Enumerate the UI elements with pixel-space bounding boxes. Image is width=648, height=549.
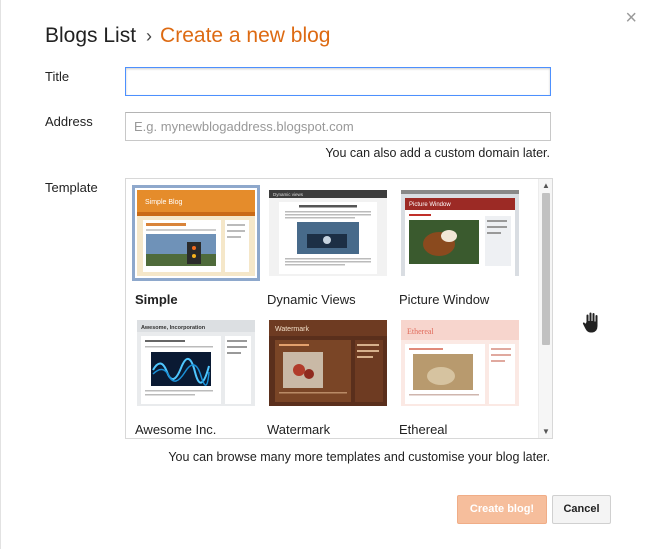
- browse-templates-hint: You can browse many more templates and c…: [168, 450, 550, 464]
- ethereal-thumb-title: Ethereal: [407, 327, 434, 336]
- scroll-down-arrow-icon[interactable]: ▼: [539, 427, 552, 436]
- template-thumbnail[interactable]: Dynamic views: [267, 188, 389, 278]
- scroll-up-arrow-icon[interactable]: ▲: [539, 181, 552, 190]
- picture-thumb-title: Picture Window: [409, 202, 451, 208]
- title-label: Title: [45, 69, 70, 84]
- breadcrumb-blogs-list[interactable]: Blogs List: [45, 24, 136, 47]
- template-watermark[interactable]: Watermark Watermark: [267, 318, 395, 437]
- simple-thumb-title: Simple Blog: [145, 199, 182, 206]
- template-thumbnail[interactable]: Picture Window: [399, 188, 521, 278]
- dynamic-thumb-title: Dynamic views: [273, 192, 304, 197]
- template-awesome-inc[interactable]: Awesome, Incorporation Awesome Inc.: [135, 318, 263, 437]
- template-thumbnail[interactable]: Ethereal: [399, 318, 521, 408]
- scrollbar-thumb[interactable]: [542, 193, 550, 345]
- template-thumbnail[interactable]: Awesome, Incorporation: [135, 318, 257, 408]
- title-input[interactable]: [125, 67, 551, 96]
- address-label: Address: [45, 114, 93, 129]
- breadcrumb: Blogs List › Create a new blog: [45, 24, 331, 48]
- template-name: Watermark: [267, 422, 331, 437]
- ethereal-thumbnail-image: Ethereal: [401, 320, 519, 406]
- template-dynamic-views[interactable]: Dynamic views Dynamic Views: [267, 188, 395, 307]
- template-thumbnail[interactable]: Watermark: [267, 318, 389, 408]
- template-name: Picture Window: [399, 292, 490, 307]
- template-picture-window[interactable]: Picture Window Picture Window: [399, 188, 527, 307]
- breadcrumb-separator: ›: [146, 26, 153, 46]
- awesome-thumb-title: Awesome, Incorporation: [141, 325, 206, 331]
- template-name: Simple: [135, 292, 178, 307]
- address-input[interactable]: [125, 112, 551, 141]
- watermark-thumb-title: Watermark: [275, 326, 309, 333]
- create-blog-dialog: × Blogs List › Create a new blog Title Add…: [0, 0, 648, 549]
- watermark-thumbnail-image: Watermark: [269, 320, 387, 406]
- template-name: Dynamic Views: [267, 292, 356, 307]
- hand-cursor-icon: [581, 311, 599, 334]
- template-label: Template: [45, 180, 98, 195]
- cancel-button[interactable]: Cancel: [552, 495, 611, 524]
- awesome-inc-thumbnail-image: Awesome, Incorporation: [137, 320, 255, 406]
- simple-thumbnail-image: Simple Blog: [137, 190, 255, 276]
- dynamic-views-thumbnail-image: Dynamic views: [269, 190, 387, 276]
- close-icon[interactable]: ×: [625, 8, 637, 28]
- create-blog-button[interactable]: Create blog!: [457, 495, 547, 524]
- page-title: Create a new blog: [160, 24, 331, 47]
- address-hint: You can also add a custom domain later.: [325, 146, 550, 160]
- template-name: Awesome Inc.: [135, 422, 217, 437]
- template-simple[interactable]: Simple Blog Simple: [132, 185, 263, 307]
- template-scrollbar[interactable]: ▲ ▼: [538, 179, 552, 438]
- template-picker: Simple Blog Simple Dynamic views Dynamic…: [125, 178, 553, 439]
- template-name: Ethereal: [399, 422, 448, 437]
- template-thumbnail[interactable]: Simple Blog: [132, 185, 260, 281]
- picture-window-thumbnail-image: Picture Window: [401, 190, 519, 276]
- template-ethereal[interactable]: Ethereal Ethereal: [399, 318, 527, 437]
